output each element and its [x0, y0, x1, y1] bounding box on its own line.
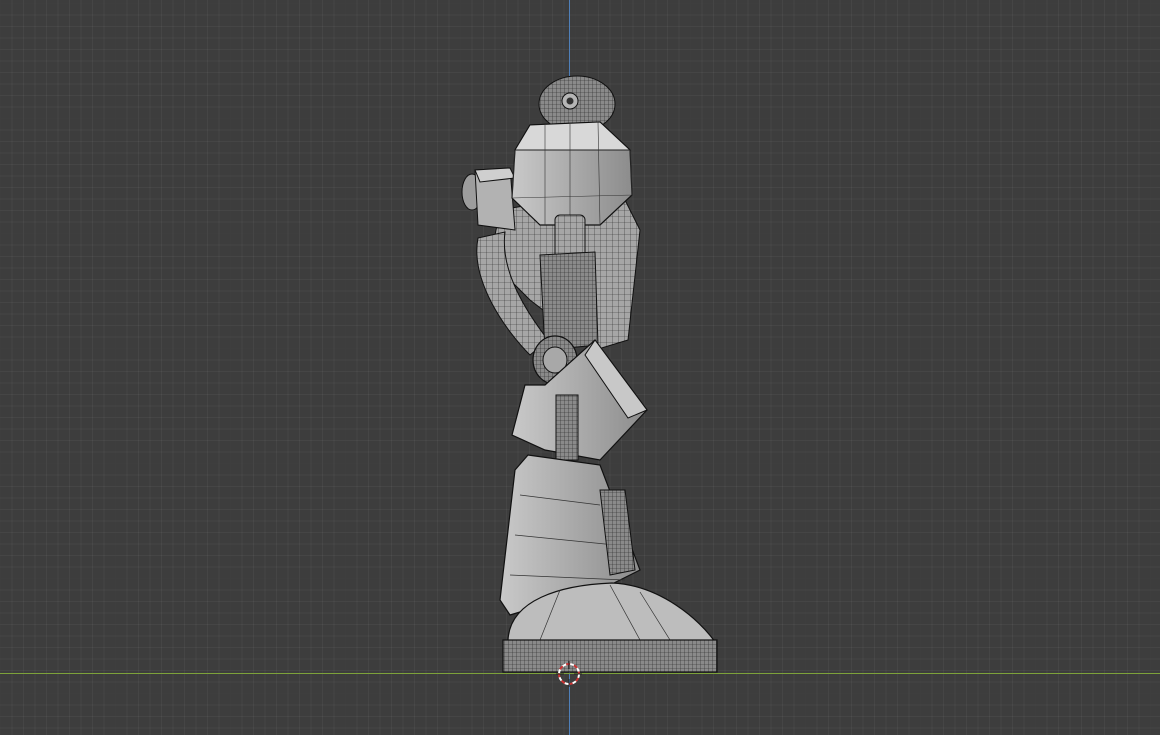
3d-cursor-icon[interactable] — [556, 661, 582, 687]
robot-hip-armor — [511, 339, 648, 461]
3d-viewport[interactable] — [0, 0, 1160, 735]
robot-sole — [502, 639, 718, 673]
robot-spring — [555, 394, 579, 461]
robot-forearm — [539, 251, 599, 351]
robot-mesh-model[interactable] — [0, 0, 1160, 735]
robot-back-shoulder — [461, 167, 516, 231]
robot-front-shoulder — [511, 121, 633, 226]
